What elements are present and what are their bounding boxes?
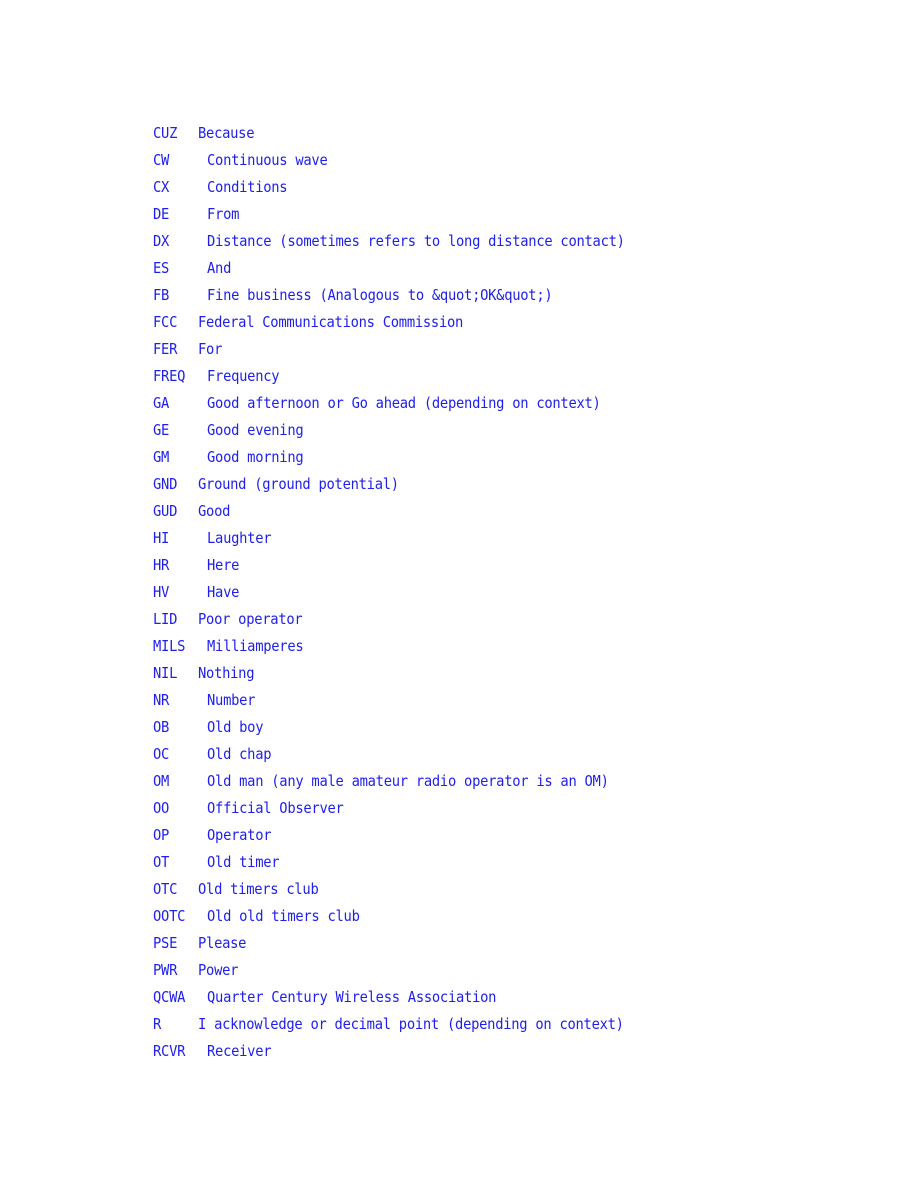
abbreviation: GND — [153, 475, 178, 493]
definition: Have — [207, 583, 240, 601]
abbreviation: NR — [153, 691, 170, 709]
abbreviation: CX — [153, 178, 170, 196]
abbreviation: HV — [153, 583, 170, 601]
definition: Good afternoon or Go ahead (depending on… — [207, 394, 601, 412]
definition: Good morning — [207, 448, 304, 466]
abbreviation: OO — [153, 799, 170, 817]
abbreviation: OTC — [153, 880, 178, 898]
abbreviation: OT — [153, 853, 170, 871]
definition: I acknowledge or decimal point (dependin… — [198, 1015, 624, 1033]
abbreviation: FB — [153, 286, 170, 304]
definition: Official Observer — [207, 799, 344, 817]
definition: Laughter — [207, 529, 272, 547]
definition: Power — [198, 961, 239, 979]
abbreviation: OP — [153, 826, 170, 844]
abbreviation: CW — [153, 151, 170, 169]
definition: Old timer — [207, 853, 280, 871]
abbreviation: PSE — [153, 934, 178, 952]
definition: Receiver — [207, 1042, 272, 1060]
abbreviation: GA — [153, 394, 170, 412]
definition: For — [198, 340, 223, 358]
abbreviation: MILS — [153, 637, 186, 655]
definition: Because — [198, 124, 255, 142]
definition: Fine business (Analogous to &quot;OK&quo… — [207, 286, 553, 304]
abbreviation: DX — [153, 232, 170, 250]
definition: Milliamperes — [207, 637, 304, 655]
definition: From — [207, 205, 240, 223]
definition: Conditions — [207, 178, 288, 196]
document-page: CUZ Because CW Continuous wave CX Conditions D… — [0, 0, 920, 1191]
abbreviation: DE — [153, 205, 170, 223]
definition: Ground (ground potential) — [198, 475, 399, 493]
abbreviation: FREQ — [153, 367, 186, 385]
definition: Old timers club — [198, 880, 319, 898]
abbreviation: FCC — [153, 313, 178, 331]
definition: Good — [198, 502, 231, 520]
abbreviation: QCWA — [153, 988, 186, 1006]
abbreviation: ES — [153, 259, 170, 277]
abbreviation: NIL — [153, 664, 178, 682]
definition: Please — [198, 934, 247, 952]
abbreviation: LID — [153, 610, 178, 628]
definition: Quarter Century Wireless Association — [207, 988, 497, 1006]
definition: Federal Communications Commission — [198, 313, 464, 331]
definition: Poor operator — [198, 610, 303, 628]
definition: Old man (any male amateur radio operator… — [207, 772, 609, 790]
definition: Old boy — [207, 718, 264, 736]
abbreviation: OC — [153, 745, 170, 763]
abbreviation: FER — [153, 340, 178, 358]
definition: Nothing — [198, 664, 255, 682]
definition: Number — [207, 691, 256, 709]
abbreviation: GM — [153, 448, 170, 466]
definition: Continuous wave — [207, 151, 328, 169]
abbreviation: GUD — [153, 502, 178, 520]
definition: Old old timers club — [207, 907, 360, 925]
abbreviation: GE — [153, 421, 170, 439]
abbreviation: OOTC — [153, 907, 186, 925]
definition: Here — [207, 556, 240, 574]
definition: Good evening — [207, 421, 304, 439]
definition: And — [207, 259, 232, 277]
abbreviation: PWR — [153, 961, 178, 979]
definition: Old chap — [207, 745, 272, 763]
abbreviation: HI — [153, 529, 170, 547]
definition: Frequency — [207, 367, 280, 385]
definition: Distance (sometimes refers to long dista… — [207, 232, 625, 250]
abbreviation: OB — [153, 718, 170, 736]
definition: Operator — [207, 826, 272, 844]
abbreviation: R — [153, 1015, 162, 1033]
abbreviation: HR — [153, 556, 170, 574]
abbreviation: OM — [153, 772, 170, 790]
abbreviation: RCVR — [153, 1042, 186, 1060]
abbreviation: CUZ — [153, 124, 178, 142]
